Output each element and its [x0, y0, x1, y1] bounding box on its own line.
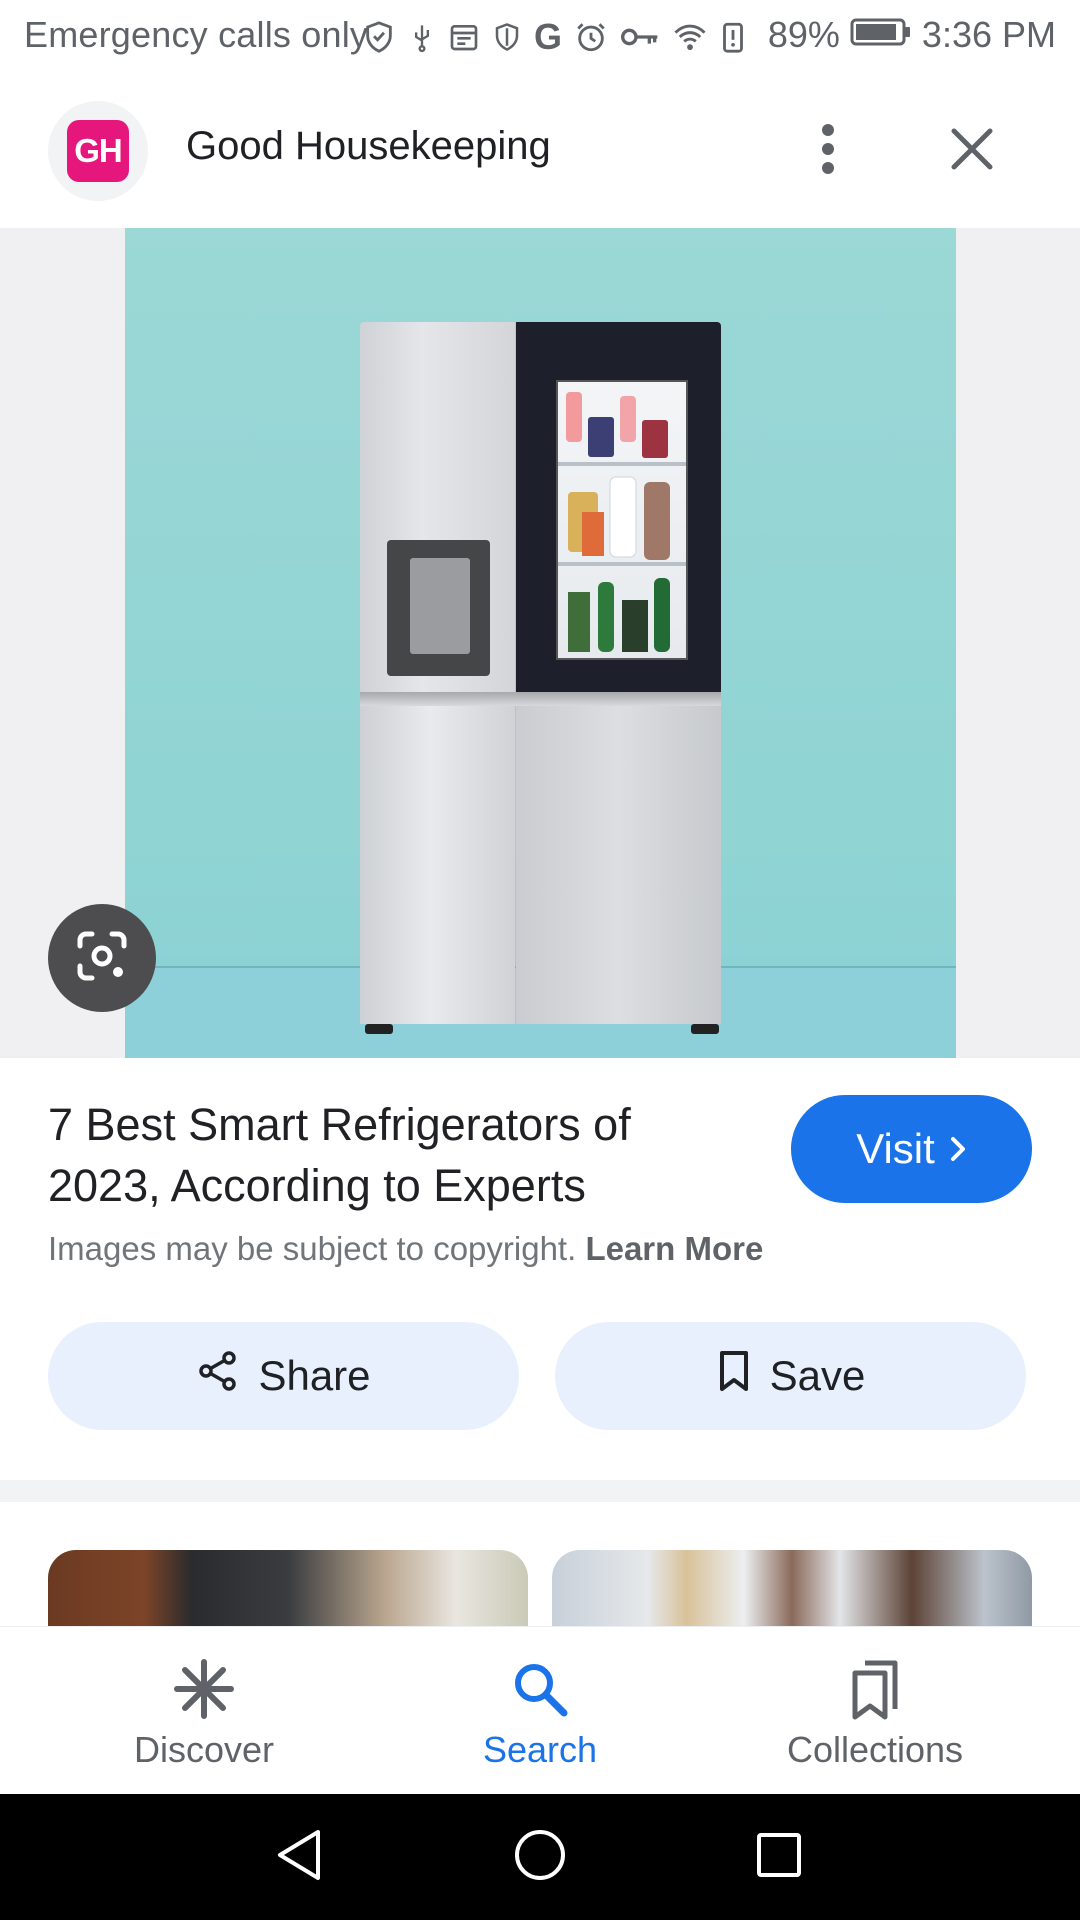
image-preview-area [0, 228, 1080, 1058]
result-title[interactable]: 7 Best Smart Refrigerators of 2023, Acco… [48, 1094, 748, 1216]
battery-icon [850, 14, 912, 56]
calendar-icon [448, 21, 480, 53]
google-icon: G [534, 16, 563, 57]
share-icon [196, 1349, 240, 1403]
recents-square-icon [755, 1831, 803, 1884]
status-bar: Emergency calls only G 89% 3:36 PM [0, 0, 1080, 74]
site-name[interactable]: Good Housekeeping [186, 124, 551, 169]
clock: 3:36 PM [921, 14, 1056, 55]
shield-icon [492, 21, 522, 53]
learn-more-link[interactable]: Learn More [585, 1230, 763, 1267]
close-button[interactable] [942, 114, 1002, 188]
search-icon [510, 1657, 570, 1721]
nav-discover[interactable]: Discover [54, 1627, 354, 1795]
carrier-text: Emergency calls only [24, 14, 369, 55]
fridge-glass-window [556, 380, 688, 660]
lens-search-button[interactable] [48, 904, 156, 1012]
section-divider [0, 1480, 1080, 1502]
close-icon [950, 127, 994, 176]
copyright-notice: Images may be subject to copyright. Lear… [48, 1230, 763, 1268]
site-logo-text: GH [67, 120, 129, 182]
nav-collections[interactable]: Collections [725, 1627, 1025, 1795]
more-options-button[interactable] [798, 114, 858, 188]
key-icon [620, 22, 660, 52]
related-image-thumbnail[interactable] [552, 1550, 1032, 1626]
status-icons: G [362, 16, 746, 57]
fridge-middle-band [360, 692, 721, 706]
bottom-navigation: Discover Search Collections [0, 1626, 1080, 1795]
dispenser-inner [410, 558, 470, 654]
back-triangle-icon [274, 1828, 324, 1887]
system-recents-button[interactable] [746, 1824, 812, 1890]
more-vert-icon [818, 122, 838, 181]
visit-button[interactable]: Visit [791, 1095, 1032, 1203]
asterisk-icon [173, 1657, 235, 1721]
battery-percent: 89% [767, 14, 840, 55]
related-image-thumbnail[interactable] [48, 1550, 528, 1626]
fridge-foot-right [691, 1024, 719, 1034]
save-label: Save [769, 1352, 866, 1399]
system-back-button[interactable] [266, 1824, 332, 1890]
save-button[interactable]: Save [555, 1322, 1026, 1430]
vpn-shield-icon [362, 20, 396, 54]
nav-collections-label: Collections [786, 1729, 964, 1770]
system-home-button[interactable] [507, 1824, 573, 1890]
alarm-icon [574, 20, 608, 54]
result-image[interactable] [125, 228, 956, 1058]
nav-search-label: Search [482, 1729, 598, 1770]
lens-icon [72, 926, 132, 991]
battery-alert-icon [720, 20, 746, 54]
wifi-icon [672, 21, 708, 53]
nav-discover-label: Discover [133, 1729, 275, 1770]
system-navigation-bar [0, 1794, 1080, 1920]
chevron-right-icon [949, 1125, 967, 1173]
nav-search[interactable]: Search [390, 1627, 690, 1795]
copyright-text: Images may be subject to copyright. [48, 1230, 577, 1267]
usb-icon [408, 20, 436, 54]
status-right: 89% 3:36 PM [768, 14, 1056, 56]
home-circle-icon [513, 1828, 567, 1887]
fridge-foot-left [365, 1024, 393, 1034]
bookmark-icon [716, 1349, 752, 1403]
bookmarks-icon [847, 1657, 903, 1721]
share-button[interactable]: Share [48, 1322, 519, 1430]
fridge-left-lower-door [360, 706, 515, 1024]
source-header: GH Good Housekeeping [0, 74, 1080, 228]
site-logo[interactable]: GH [48, 101, 148, 201]
fridge-right-lower-door [516, 706, 721, 1024]
share-label: Share [258, 1352, 371, 1399]
visit-label: Visit [856, 1125, 935, 1172]
